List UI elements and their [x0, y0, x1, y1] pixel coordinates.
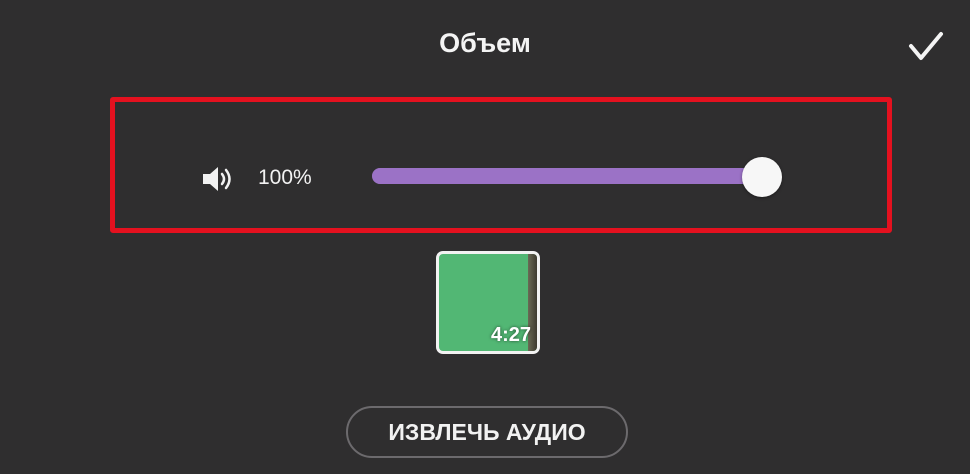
slider-fill	[372, 168, 762, 184]
checkmark-icon	[909, 32, 943, 60]
clip-duration: 4:27	[490, 324, 531, 346]
volume-slider[interactable]	[372, 157, 782, 197]
slider-thumb[interactable]	[742, 157, 782, 197]
extract-audio-button[interactable]: ИЗВЛЕЧЬ АУДИО	[346, 406, 628, 458]
volume-value: 100%	[258, 166, 312, 189]
page-title: Объем	[439, 28, 531, 58]
confirm-button[interactable]	[905, 28, 947, 64]
speaker-icon	[200, 165, 236, 193]
video-clip-thumbnail[interactable]: 4:27	[436, 251, 540, 354]
